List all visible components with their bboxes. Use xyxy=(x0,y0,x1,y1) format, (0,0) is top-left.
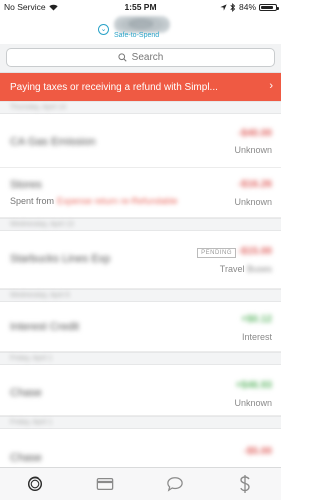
battery-percent: 84% xyxy=(238,2,256,12)
header: ⌄ Safe-to-Spend xyxy=(0,14,281,44)
date-text: Thursday, April 14 xyxy=(10,104,66,111)
search-icon xyxy=(118,53,127,62)
transaction-amount: -$15.00 xyxy=(238,246,272,257)
transaction-category: Unknown xyxy=(234,145,272,155)
transaction-list[interactable]: Thursday, April 14 CA Gas Emission -$40.… xyxy=(0,101,281,467)
location-arrow-icon xyxy=(220,3,227,11)
chevron-right-icon: › xyxy=(269,80,273,92)
spent-from: Spent from Expense return re-Refundable xyxy=(10,196,178,206)
chat-bubble-icon xyxy=(167,477,183,492)
transaction-amount: +$46.93 xyxy=(235,380,272,391)
search-input[interactable]: Search xyxy=(6,48,275,67)
transaction-category: Unknown xyxy=(234,197,272,207)
date-text: Wednesday, April 6 xyxy=(10,292,70,299)
transaction-amount: -$40.00 xyxy=(238,128,272,139)
transaction-row[interactable]: Chase +$46.93 Unknown xyxy=(0,365,281,416)
battery-icon xyxy=(259,3,279,11)
transaction-row[interactable]: Stores Spent from Expense return re-Refun… xyxy=(0,168,281,218)
transaction-category: Interest xyxy=(241,332,272,342)
merchant-name: Interest Credit xyxy=(10,321,80,333)
chevron-down-icon: ⌄ xyxy=(98,24,109,35)
tab-bar xyxy=(0,467,281,500)
battery-tip xyxy=(277,6,279,10)
date-text: Friday, April 1 xyxy=(10,355,53,362)
date-header: Wednesday, April 13 xyxy=(0,218,281,231)
search-placeholder: Search xyxy=(131,52,164,63)
battery-level xyxy=(261,5,273,9)
date-text: Wednesday, April 13 xyxy=(10,221,74,228)
tab-messages[interactable] xyxy=(165,475,185,493)
date-text: Friday, April 1 xyxy=(10,419,53,426)
date-header: Thursday, April 14 xyxy=(0,101,281,114)
status-right: 84% xyxy=(220,2,279,12)
transaction-row[interactable]: Chase -$5.00 xyxy=(0,429,281,467)
transaction-row[interactable]: CA Gas Emission -$40.00 Unknown xyxy=(0,114,281,168)
safe-to-spend-toggle[interactable]: ⌄ Safe-to-Spend xyxy=(98,15,184,42)
category-prefix: Travel xyxy=(219,264,245,274)
tab-cards[interactable] xyxy=(95,475,115,493)
transaction-row[interactable]: Interest Credit +$0.12 Interest xyxy=(0,302,281,352)
spent-from-label: Spent from xyxy=(10,196,55,206)
status-bar: No Service 1:55 PM 84% xyxy=(0,0,281,14)
tab-activity[interactable] xyxy=(25,475,45,493)
transaction-amount: +$0.12 xyxy=(241,314,272,325)
category-suffix: Buses xyxy=(246,264,272,274)
date-header: Wednesday, April 6 xyxy=(0,289,281,302)
merchant-name: CA Gas Emission xyxy=(10,136,96,148)
tab-money[interactable] xyxy=(235,475,255,493)
date-header: Friday, April 1 xyxy=(0,416,281,429)
merchant-name: Chase xyxy=(10,387,42,399)
merchant-name: Starbucks Lines Exp xyxy=(10,253,111,265)
transaction-category: Travel Buses xyxy=(220,264,272,274)
transaction-amount: -$5.00 xyxy=(243,446,272,457)
merchant-name: Stores xyxy=(10,179,42,191)
activity-ring-icon xyxy=(27,476,43,492)
merchant-name: Chase xyxy=(10,452,42,464)
safe-to-spend-label: Safe-to-Spend xyxy=(114,32,160,39)
dollar-icon xyxy=(240,475,250,493)
promo-banner[interactable]: Paying taxes or receiving a refund with … xyxy=(0,73,281,101)
search-area: Search xyxy=(0,44,281,73)
date-header: Friday, April 1 xyxy=(0,352,281,365)
app-logo-mark xyxy=(128,19,154,29)
transaction-category: Unknown xyxy=(234,398,272,408)
pending-badge: PENDING xyxy=(197,248,236,258)
transaction-row[interactable]: Starbucks Lines Exp PENDING -$15.00 Trav… xyxy=(0,231,281,289)
card-icon xyxy=(96,477,114,491)
transaction-amount: -$16.26 xyxy=(238,179,272,190)
spent-from-account[interactable]: Expense return re-Refundable xyxy=(57,196,178,206)
banner-text: Paying taxes or receiving a refund with … xyxy=(10,82,218,93)
bluetooth-icon xyxy=(230,2,236,12)
